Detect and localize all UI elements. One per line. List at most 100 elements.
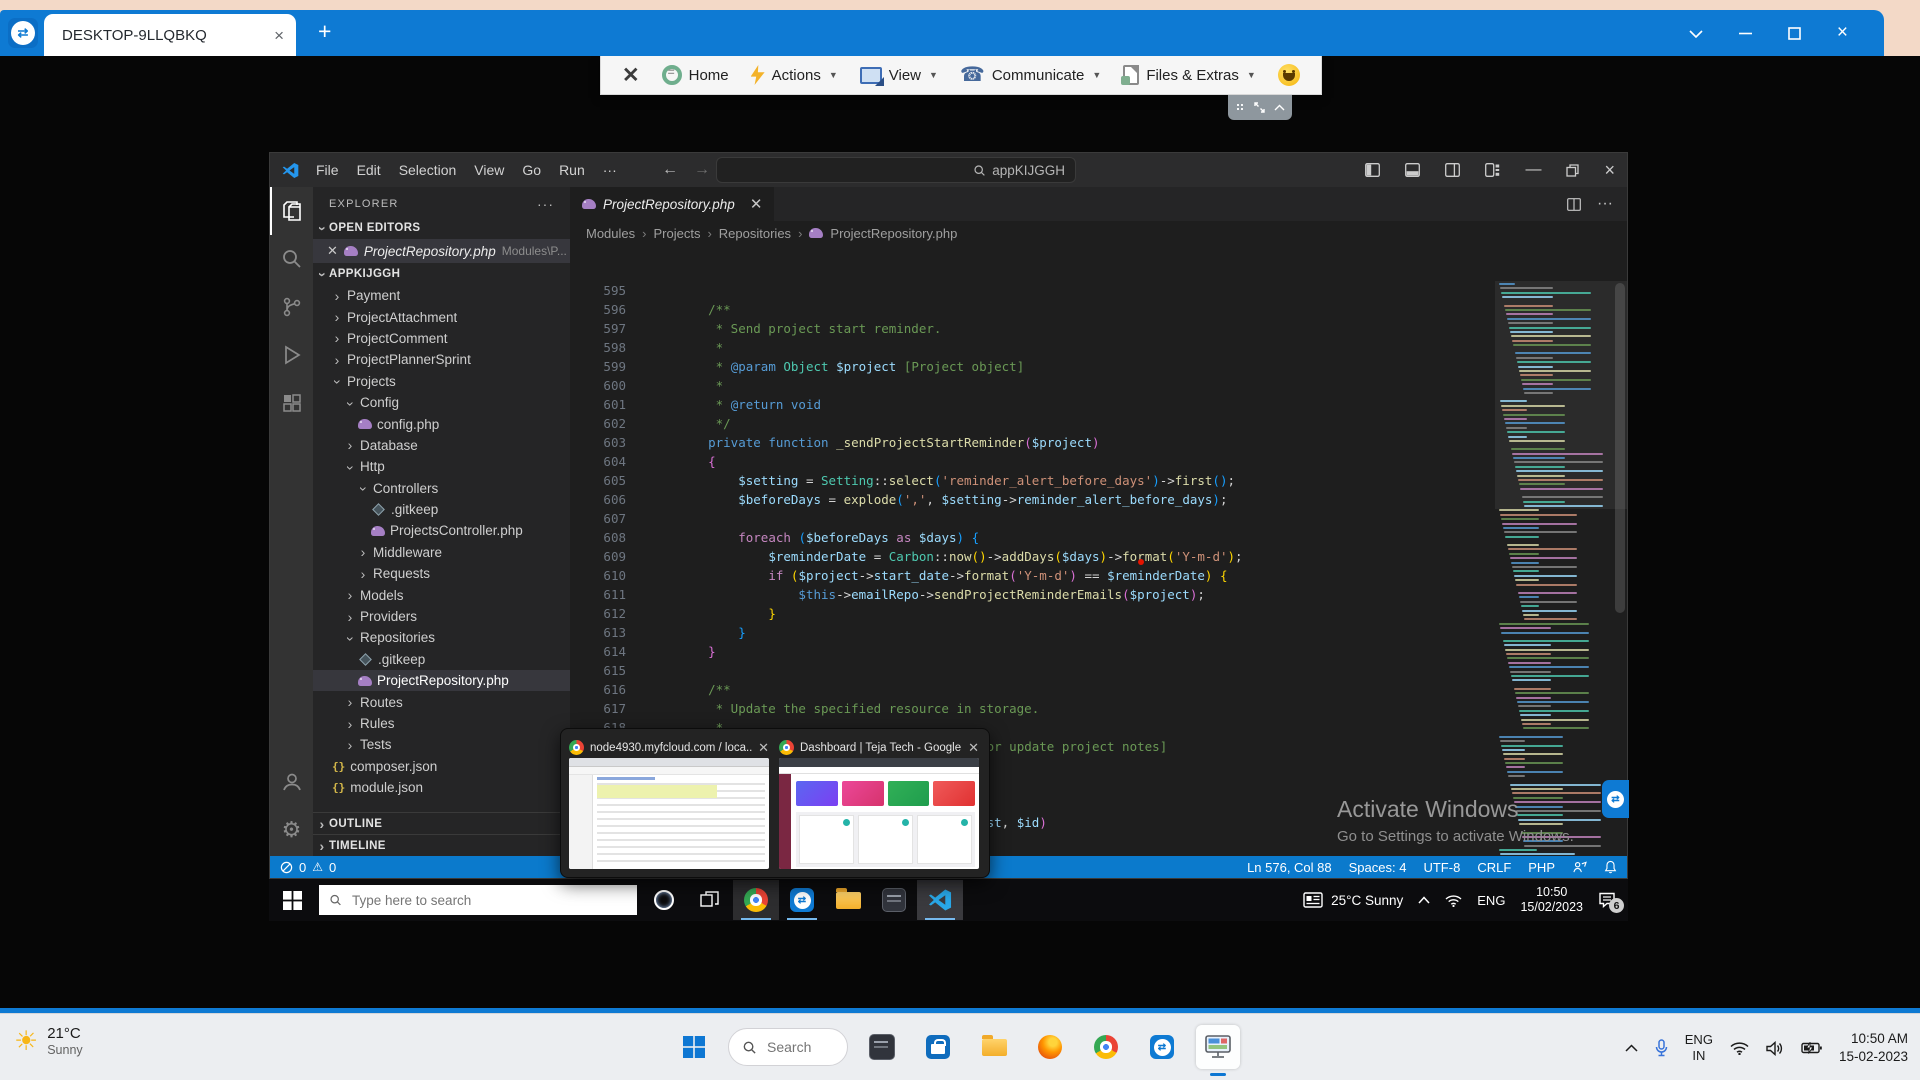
thumbnail-close-icon[interactable]: ✕ [758,740,769,756]
tree-item-config[interactable]: ›Config [313,392,570,413]
grid-icon[interactable] [1236,103,1245,112]
accounts-icon[interactable] [270,758,313,806]
tree-item--gitkeep[interactable]: .gitkeep [313,499,570,520]
tree-item-providers[interactable]: ›Providers [313,606,570,627]
errors-icon[interactable] [280,861,293,874]
tree-item-database[interactable]: ›Database [313,435,570,456]
local-language-indicator[interactable]: ENG IN [1685,1032,1713,1064]
tree-item-projectscontroller-php[interactable]: ProjectsController.php [313,520,570,541]
battery-icon[interactable] [1801,1042,1822,1054]
remote-network-icon[interactable] [1445,894,1462,907]
menu-view[interactable]: View [465,162,513,178]
remote-notification-center[interactable]: 6 [1598,892,1616,908]
split-editor-icon[interactable] [1567,198,1581,211]
local-app-button-1[interactable] [860,1025,904,1069]
notifications-bell-icon[interactable] [1604,860,1617,874]
local-hidden-icons-chevron[interactable] [1625,1044,1638,1052]
activity-run-debug-icon[interactable] [270,331,313,379]
nav-back-icon[interactable]: ← [662,161,678,179]
toggle-sidebar-icon[interactable] [1365,163,1380,177]
nav-forward-icon[interactable]: → [694,161,710,179]
breadcrumb-item[interactable]: Repositories [719,226,791,241]
explorer-more-icon[interactable]: ··· [537,196,554,212]
editor-scrollbar[interactable] [1615,283,1625,613]
customize-layout-icon[interactable] [1485,163,1500,177]
tree-item-routes[interactable]: ›Routes [313,691,570,712]
local-teamviewer-button[interactable]: ⇄ [1140,1025,1184,1069]
thumbnail-preview[interactable] [569,758,769,869]
window-menu-chevron-icon[interactable] [1689,29,1703,38]
local-clock[interactable]: 10:50 AM 15-02-2023 [1839,1030,1908,1066]
menu-selection[interactable]: Selection [390,162,466,178]
menu-edit[interactable]: Edit [348,162,390,178]
editor-more-icon[interactable]: ··· [1597,195,1613,213]
remote-weather-widget[interactable]: 25°C Sunny [1303,892,1403,908]
outline-section[interactable]: ›OUTLINE [313,812,570,834]
remote-chrome-button[interactable] [733,880,779,920]
local-chrome-button[interactable] [1084,1025,1128,1069]
vscode-close-button[interactable]: × [1604,160,1615,181]
window-close-button[interactable]: × [1837,22,1848,44]
local-firefox-button[interactable] [1028,1025,1072,1069]
tree-item-projectplannersprint[interactable]: ›ProjectPlannerSprint [313,349,570,370]
status-line-col[interactable]: Ln 576, Col 88 [1247,860,1332,875]
breadcrumb-item[interactable]: ProjectRepository.php [830,226,957,241]
local-search-input[interactable] [765,1038,829,1056]
thumbnail-window-1[interactable]: node4930.myfcloud.com / loca... ✕ [569,737,769,869]
timeline-section[interactable]: ›TIMELINE [313,834,570,856]
collapse-chevron-icon[interactable] [1274,104,1285,111]
tree-item-projectrepository-php[interactable]: ProjectRepository.php [313,670,570,691]
toolbar-files-extras-menu[interactable]: Files & Extras▼ [1116,56,1262,94]
menu-run[interactable]: Run [550,162,594,178]
local-weather-widget[interactable]: ☀ 21°C Sunny [14,1025,83,1057]
remote-hidden-icons-chevron[interactable] [1418,896,1430,904]
local-start-button[interactable] [672,1025,716,1069]
vscode-minimize-button[interactable]: — [1525,161,1541,179]
menu-file[interactable]: File [307,162,348,178]
close-icon[interactable]: ✕ [327,243,338,259]
remote-teamviewer-button[interactable]: ⇄ [779,880,825,920]
remote-file-explorer-button[interactable] [825,880,871,920]
tree-item-projectcomment[interactable]: ›ProjectComment [313,328,570,349]
tree-item-repositories[interactable]: ›Repositories [313,627,570,648]
activity-explorer-icon[interactable] [270,187,313,235]
activity-extensions-icon[interactable] [270,379,313,427]
tree-item-controllers[interactable]: ›Controllers [313,478,570,499]
thumbnail-window-2[interactable]: Dashboard | Teja Tech - Google ... ✕ [779,737,979,869]
session-tab[interactable]: DESKTOP-9LLQBKQ × [44,14,296,56]
vscode-restore-button[interactable] [1566,164,1579,177]
tree-item-tests[interactable]: ›Tests [313,734,570,755]
tree-item-requests[interactable]: ›Requests [313,563,570,584]
tree-item-config-php[interactable]: config.php [313,413,570,434]
local-file-explorer-button[interactable] [972,1025,1016,1069]
breadcrumb-item[interactable]: Modules [586,226,635,241]
tree-item-rules[interactable]: ›Rules [313,713,570,734]
remote-app-button[interactable] [871,880,917,920]
new-session-tab-button[interactable]: + [318,18,331,45]
tree-item-projectattachment[interactable]: ›ProjectAttachment [313,306,570,327]
project-section[interactable]: ›APPKIJGGH [313,263,570,285]
remote-search-box[interactable] [319,885,637,915]
status-eol[interactable]: CRLF [1477,860,1511,875]
open-editor-item[interactable]: ✕ ProjectRepository.php Modules\P... [313,239,570,263]
session-tab-close-icon[interactable]: × [274,27,284,44]
menu-go[interactable]: Go [513,162,550,178]
tree-item-middleware[interactable]: ›Middleware [313,542,570,563]
settings-gear-icon[interactable]: ⚙ [270,806,313,854]
window-maximize-button[interactable] [1788,27,1801,40]
fullscreen-icon[interactable] [1254,102,1265,113]
feedback-icon[interactable] [1572,861,1587,874]
local-store-button[interactable] [916,1025,960,1069]
tree-item-composer-json[interactable]: {}composer.json [313,756,570,777]
breadcrumb-item[interactable]: Projects [653,226,700,241]
toggle-secondary-sidebar-icon[interactable] [1445,163,1460,177]
tree-item-models[interactable]: ›Models [313,584,570,605]
editor-tab[interactable]: ProjectRepository.php ✕ [570,187,774,221]
open-editors-section[interactable]: ›OPEN EDITORS [313,217,570,239]
tree-item-projects[interactable]: ›Projects [313,371,570,392]
tab-close-icon[interactable]: ✕ [750,195,763,213]
local-active-session-button[interactable] [1196,1025,1240,1069]
window-minimize-button[interactable] [1739,32,1752,35]
toolbar-communicate-menu[interactable]: ☎Communicate▼ [953,56,1108,94]
teamviewer-side-tab[interactable]: ⇄ [1602,780,1629,818]
